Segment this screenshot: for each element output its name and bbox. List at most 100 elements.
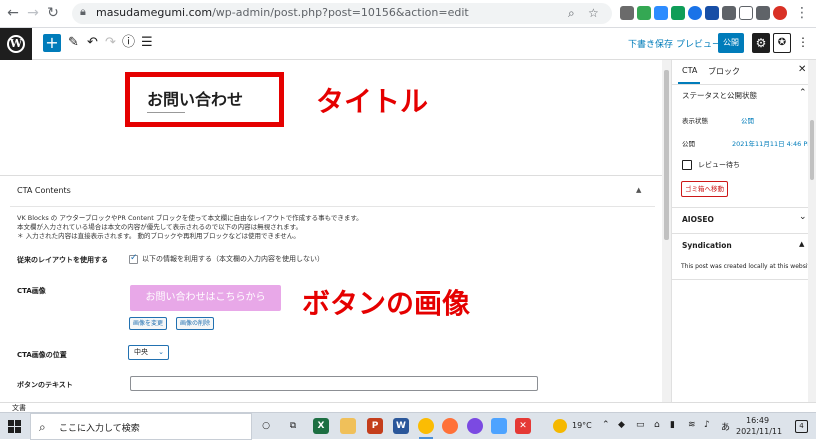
use-layout-checkbox[interactable] [129, 253, 138, 264]
search-icon: ⌕ [39, 420, 46, 434]
back-arrow-icon[interactable]: ← [4, 4, 22, 22]
edit-tool-icon[interactable]: ✎ [68, 35, 79, 51]
zoom-extension-icon[interactable] [654, 6, 668, 20]
weather-sun-icon[interactable] [553, 419, 567, 433]
sidebar-scrollbar[interactable] [808, 60, 816, 402]
ime-indicator[interactable]: あ [721, 420, 730, 433]
publish-button[interactable]: 公開 [718, 33, 744, 53]
chrome-icon[interactable] [418, 418, 434, 434]
browser-toolbar: ← → ↻ 🔒︎ masudamegumi.com/wp-admin/post.… [0, 0, 816, 28]
windows-start-icon[interactable] [8, 420, 22, 434]
network-icon[interactable]: ⌂ [654, 420, 660, 430]
profile-avatar[interactable] [773, 6, 787, 20]
zoom-icon[interactable]: ⌕ [568, 6, 575, 21]
chevron-down-icon: ⌄ [158, 348, 164, 356]
taskbar-search-box[interactable]: ⌕ ここに入力して検索 [30, 413, 252, 440]
dropbox-icon[interactable]: ◆ [618, 420, 625, 430]
list-view-icon[interactable]: ☰ [141, 35, 153, 51]
word-icon[interactable]: W [393, 418, 409, 434]
notification-center-icon[interactable]: 4 [795, 420, 808, 433]
wifi-icon[interactable]: ≋ [688, 420, 696, 430]
eyedropper-extension-icon[interactable] [620, 6, 634, 20]
settings-gear-icon[interactable]: ⚙ [752, 33, 770, 53]
file-explorer-icon[interactable] [340, 418, 356, 434]
firefox-icon[interactable] [442, 418, 458, 434]
syndication-section-title[interactable]: Syndication [682, 241, 732, 250]
chevron-up-icon[interactable]: ⌃ [602, 420, 610, 430]
plus-extension-icon[interactable] [671, 6, 685, 20]
editor-scrollbar[interactable] [662, 60, 671, 402]
visibility-value-link[interactable]: 公開 [741, 115, 754, 125]
preview-button[interactable]: プレビュー [676, 37, 721, 50]
button-text-label: ボタンのテキスト [17, 381, 73, 389]
note-extension-icon[interactable] [739, 6, 753, 20]
app-icon[interactable] [467, 418, 483, 434]
cta-position-select[interactable]: 中央 ⌄ [128, 345, 169, 360]
circle-extension-icon[interactable] [688, 6, 702, 20]
annotation-button-image: ボタンの画像 [302, 287, 471, 320]
task-view-icon[interactable]: ⧉ [285, 418, 301, 434]
save-draft-button[interactable]: 下書き保存 [628, 37, 673, 50]
battery-icon[interactable]: ▮ [670, 420, 675, 430]
delete-image-button[interactable]: 画像の削除 [176, 317, 215, 330]
lock-icon: 🔒︎ [80, 5, 86, 18]
close-icon[interactable]: ✕ [798, 64, 806, 75]
temperature[interactable]: 19°C [572, 421, 592, 430]
drive-extension-icon[interactable] [637, 6, 651, 20]
chevron-down-icon[interactable]: ⌄ [799, 212, 807, 222]
use-layout-label: 従来のレイアウトを使用する [17, 256, 108, 264]
metabox-collapse-icon[interactable]: ▲ [636, 186, 641, 194]
bookmark-star-icon[interactable]: ☆ [588, 6, 599, 20]
cta-image-preview: お問い合わせはこちらから [130, 285, 281, 311]
address-bar[interactable]: 🔒︎ masudamegumi.com/wp-admin/post.php?po… [72, 3, 612, 24]
cortana-icon[interactable]: ○ [258, 418, 274, 434]
clock-time[interactable]: 16:49 [746, 416, 769, 425]
button-text-input[interactable] [130, 376, 538, 391]
forward-arrow-icon[interactable]: → [24, 4, 42, 22]
windows-taskbar: ⌕ ここに入力して検索 ○ ⧉ X P W ✕ 19°C ⌃ ◆ ▭ ⌂ ▮ ≋… [0, 412, 816, 440]
more-options-icon[interactable]: ⋮ [797, 35, 809, 49]
cta-position-label: CTA画像の位置 [17, 351, 67, 359]
description-line-3: ＊ 入力された内容は直接表示されます。 動的ブロックや再利用ブロックなどは使用で… [17, 232, 300, 240]
blue-extension-icon[interactable] [705, 6, 719, 20]
pending-review-label: レビュー待ち [698, 161, 740, 169]
syndication-note: This post was created locally at this we… [681, 263, 816, 270]
annotation-title: タイトル [316, 85, 429, 118]
post-title[interactable]: お問い合わせ [147, 86, 243, 113]
aioseo-section-title[interactable]: AIOSEO [682, 215, 714, 224]
status-section-title[interactable]: ステータスと公開状態 [682, 90, 757, 101]
xmind-icon[interactable]: ✕ [515, 418, 531, 434]
tab-block[interactable]: ブロック [708, 66, 740, 77]
divider [672, 207, 816, 208]
divider [672, 233, 816, 234]
move-to-trash-button[interactable]: ゴミ箱へ移動 [681, 181, 728, 197]
editor-canvas: お問い合わせ タイトル CTA Contents ▲ VK Blocks の ア… [0, 60, 662, 402]
publish-date-link[interactable]: 2021年11月11日 4:46 PM [732, 138, 813, 148]
cloud-app-icon[interactable] [491, 418, 507, 434]
volume-icon[interactable]: ♪ [704, 420, 710, 430]
vk-plugin-icon[interactable]: ✪ [773, 33, 791, 53]
excel-icon[interactable]: X [313, 418, 329, 434]
settings-sidebar: CTA ブロック ✕ ステータスと公開状態 ⌃ 表示状態 公開 公開 2021年… [671, 60, 816, 402]
change-image-button[interactable]: 画像を変更 [129, 317, 168, 330]
more-vert-icon[interactable]: ⋮ [793, 4, 811, 22]
publish-date-label: 公開 [682, 140, 695, 148]
redo-icon[interactable]: ↷ [105, 35, 116, 51]
display-icon[interactable]: ▭ [636, 420, 645, 430]
wordpress-logo-icon[interactable]: W [0, 28, 32, 60]
pending-review-checkbox[interactable] [682, 160, 692, 170]
visibility-label: 表示状態 [682, 117, 708, 125]
clock-date[interactable]: 2021/11/11 [736, 427, 782, 436]
tab-cta[interactable]: CTA [682, 66, 697, 75]
chevron-up-icon[interactable]: ⌃ [799, 88, 807, 98]
dark-extension-icon[interactable] [722, 6, 736, 20]
info-icon[interactable]: ⓘ [122, 35, 135, 51]
puzzle-extension-icon[interactable] [756, 6, 770, 20]
cta-image-label: CTA画像 [17, 287, 46, 295]
reload-icon[interactable]: ↻ [44, 4, 62, 22]
powerpoint-icon[interactable]: P [367, 418, 383, 434]
editor-footer: 文書 [0, 402, 816, 412]
add-block-button[interactable]: + [43, 34, 61, 52]
undo-icon[interactable]: ↶ [87, 35, 98, 51]
collapse-triangle-icon[interactable]: ▲ [799, 240, 804, 248]
